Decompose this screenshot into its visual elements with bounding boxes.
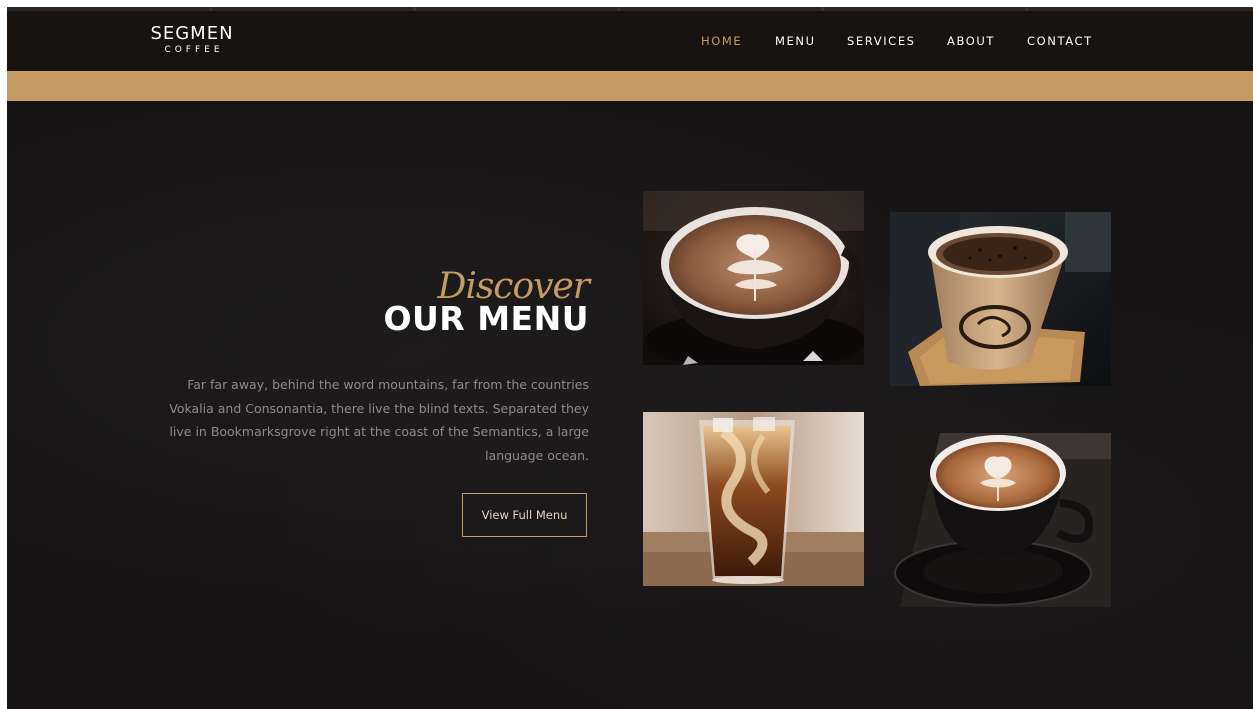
nav-item-menu[interactable]: MENU bbox=[775, 34, 816, 48]
view-full-menu-button[interactable]: View Full Menu bbox=[462, 493, 587, 537]
cappuccino-photo[interactable] bbox=[890, 433, 1111, 607]
menu-section: Discover OUR MENU Far far away, behind t… bbox=[7, 101, 1253, 709]
page: SEGMEN COFFEE HOME MENU SERVICES ABOUT C… bbox=[7, 7, 1253, 709]
iced-coffee-photo[interactable] bbox=[643, 412, 864, 586]
navbar: SEGMEN COFFEE HOME MENU SERVICES ABOUT C… bbox=[7, 11, 1253, 71]
nav-item-contact[interactable]: CONTACT bbox=[1027, 34, 1093, 48]
brand-tagline: COFFEE bbox=[164, 45, 224, 55]
section-description: Far far away, behind the word mountains,… bbox=[169, 377, 589, 463]
nav-item-home[interactable]: HOME bbox=[701, 34, 742, 48]
section-title: OUR MENU bbox=[383, 299, 589, 338]
accent-band bbox=[7, 71, 1253, 101]
takeaway-coffee-photo[interactable] bbox=[890, 212, 1111, 386]
nav-item-services[interactable]: SERVICES bbox=[847, 34, 916, 48]
nav-item-about[interactable]: ABOUT bbox=[947, 34, 995, 48]
brand-logo[interactable]: SEGMEN COFFEE bbox=[150, 24, 234, 56]
brand-name: SEGMEN bbox=[150, 23, 234, 44]
latte-art-photo[interactable] bbox=[643, 191, 864, 365]
